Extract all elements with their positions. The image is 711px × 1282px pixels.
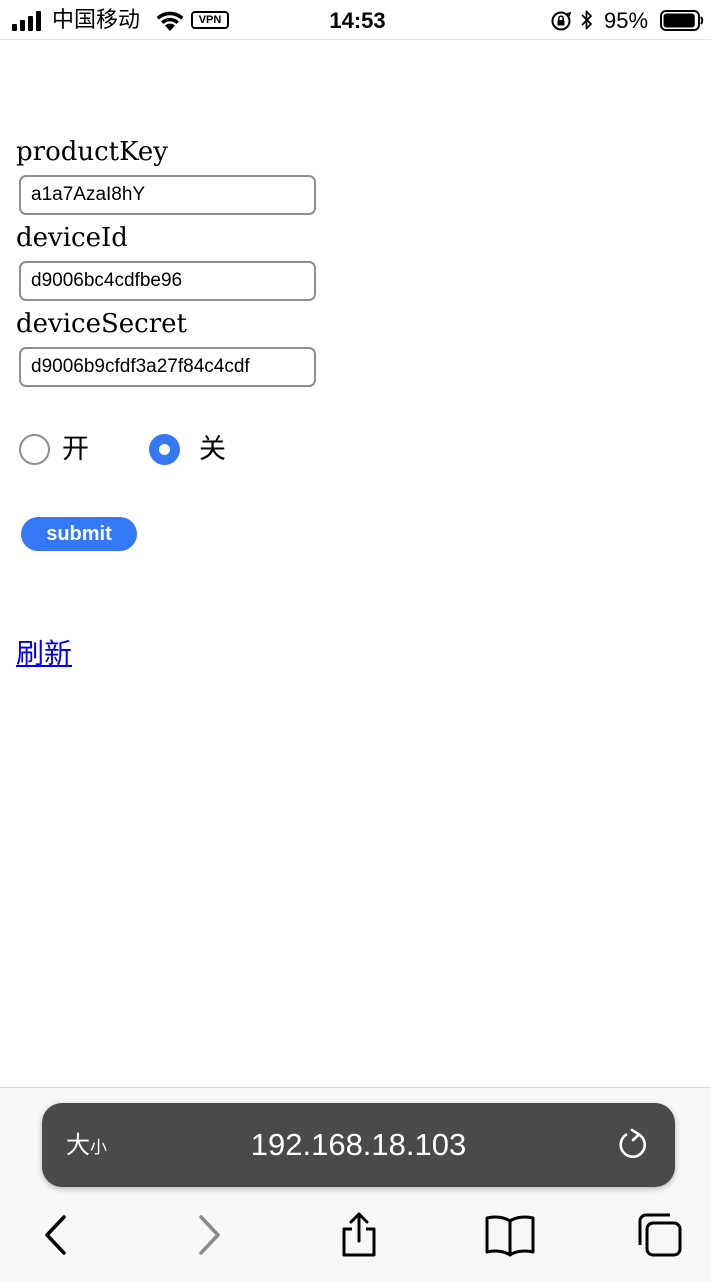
submit-button[interactable]: submit [21,517,137,551]
status-time: 14:53 [329,8,386,33]
bluetooth-icon [581,10,592,30]
battery-percentage: 95% [604,8,649,33]
url-text: 192.168.18.103 [250,1127,467,1162]
reload-icon[interactable] [616,1128,650,1162]
tabs-icon[interactable] [636,1212,684,1258]
share-icon[interactable] [337,1212,381,1258]
device-secret-input[interactable]: d9006b9cfdf3a27f84c4cdf [19,347,316,387]
product-key-input[interactable]: a1a7AzaI8hY [19,175,316,215]
radio-on-option[interactable] [19,434,50,465]
wifi-icon [156,11,184,31]
forward-icon[interactable] [193,1212,225,1258]
refresh-link[interactable]: 刷新 [16,636,72,672]
device-id-input[interactable]: d9006bc4cdfbe96 [19,261,316,301]
radio-off-label: 关 [199,434,226,465]
radio-on-label: 开 [62,434,89,465]
bookmarks-icon[interactable] [484,1212,536,1258]
carrier-name: 中国移动 [52,8,141,33]
orientation-lock-icon [551,11,572,31]
device-secret-label: deviceSecret [16,309,188,339]
radio-off-option[interactable] [149,434,180,465]
radio-selected-dot [159,444,170,455]
status-bar: 中国移动 VPN 14:53 95% [0,0,711,40]
product-key-label: productKey [16,137,168,167]
address-bar[interactable]: 大小 192.168.18.103 [42,1103,675,1187]
battery-icon [660,10,704,31]
vpn-badge: VPN [191,11,229,29]
back-icon[interactable] [40,1212,72,1258]
device-id-label: deviceId [16,223,128,253]
cellular-signal-icon [12,11,41,31]
